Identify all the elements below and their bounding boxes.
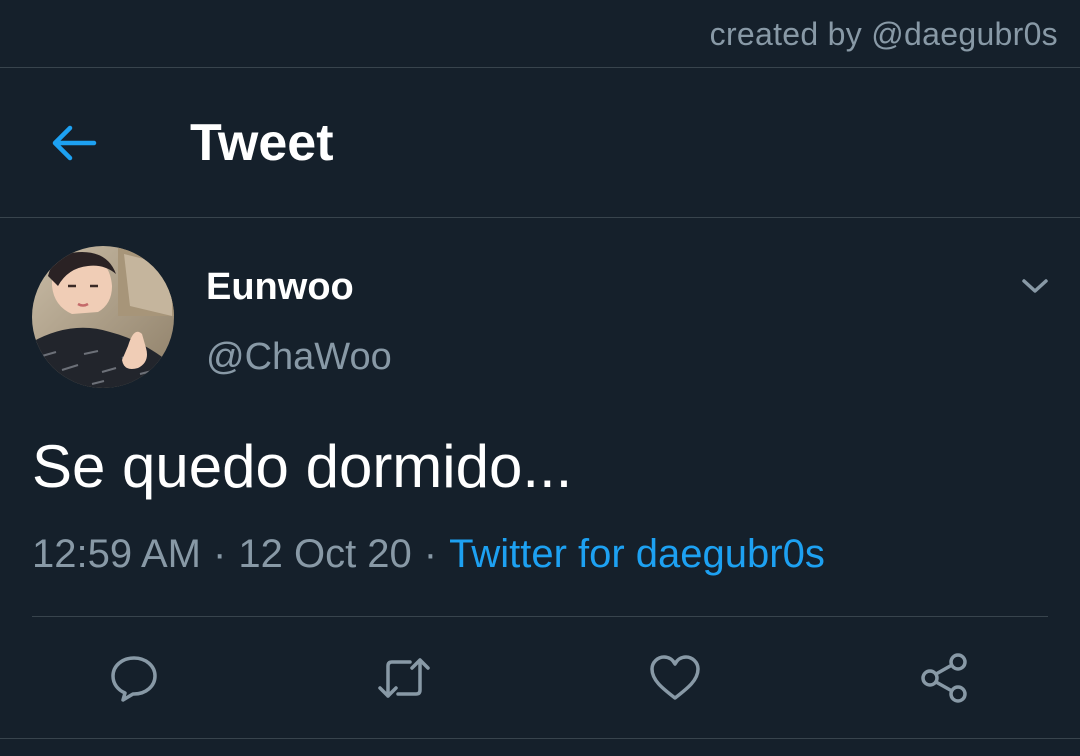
like-icon (650, 655, 700, 700)
meta-separator: · (213, 532, 227, 576)
tweet-text: Se quedo dormido... (32, 433, 573, 500)
page-title: Tweet (190, 114, 334, 172)
chevron-down-icon (1022, 279, 1048, 293)
credit-text: created by @daegubr0s (709, 16, 1058, 52)
back-button[interactable] (40, 113, 108, 173)
tweet-date: 12 Oct 20 (238, 532, 412, 576)
credit-bar: created by @daegubr0s (0, 0, 1080, 68)
avatar[interactable] (32, 246, 174, 388)
arrow-left-icon (52, 125, 97, 161)
reply-icon (111, 656, 157, 702)
retweet-button[interactable] (372, 646, 436, 710)
meta-separator: · (423, 532, 438, 576)
bottom-divider (0, 738, 1080, 739)
share-button[interactable] (912, 646, 976, 710)
display-name[interactable]: Eunwoo (206, 266, 354, 309)
more-options-button[interactable] (1010, 266, 1060, 306)
divider (32, 616, 1048, 617)
header: Tweet (0, 69, 1080, 218)
tweet-source-link[interactable]: Twitter for daegubr0s (449, 532, 825, 576)
tweet-time: 12:59 AM (32, 532, 202, 576)
action-bar (0, 618, 1080, 738)
avatar-image (32, 246, 174, 388)
share-icon (921, 653, 967, 703)
user-handle[interactable]: @ChaWoo (206, 336, 392, 379)
reply-button[interactable] (102, 646, 166, 710)
like-button[interactable] (643, 646, 707, 710)
retweet-icon (378, 658, 430, 698)
tweet-meta: 12:59 AM · 12 Oct 20 · Twitter for daegubr0s (32, 532, 825, 577)
